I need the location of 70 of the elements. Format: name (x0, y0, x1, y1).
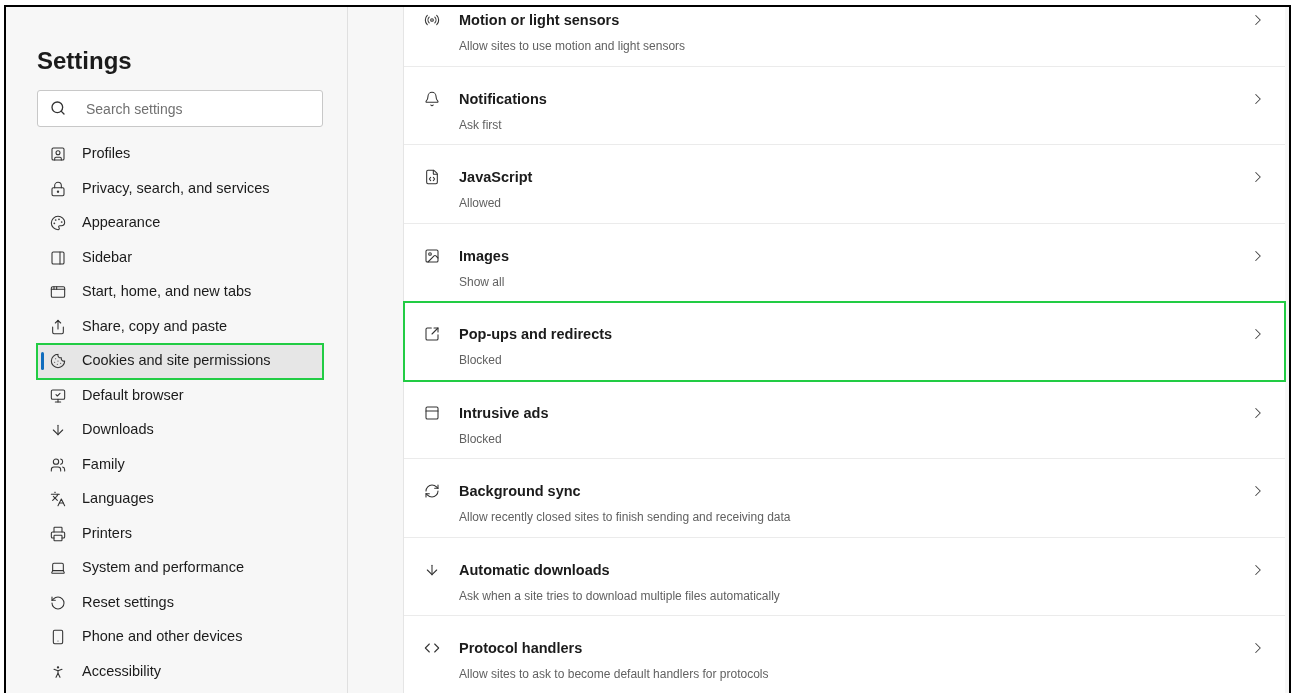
sync-icon (424, 483, 440, 499)
search-field[interactable]: Search settings (37, 90, 323, 127)
window-icon (50, 284, 66, 301)
cookie-icon (50, 353, 66, 370)
permission-status: Allow recently closed sites to finish sending and receiving data (459, 509, 792, 525)
lock-icon (50, 180, 66, 197)
permission-title: Pop-ups and redirects (459, 325, 614, 344)
permission-row[interactable]: Notifications Ask first (404, 66, 1285, 145)
permission-status: Ask first (459, 116, 503, 133)
sidebar-item[interactable]: Accessibility (37, 654, 323, 689)
permission-row[interactable]: Intrusive ads Blocked (404, 380, 1285, 459)
permission-status: Allowed (459, 195, 503, 211)
reset-icon (50, 594, 66, 611)
laptop-icon (50, 560, 66, 577)
sidebar-item[interactable]: Start, home, and new tabs (37, 275, 323, 310)
permission-status: Ask when a site tries to download multiple files automatically (459, 587, 781, 604)
sidebar-item[interactable]: Privacy, search, and services (37, 171, 323, 206)
sidebar-item[interactable]: Downloads (37, 413, 323, 448)
sidebar-item[interactable]: Default browser (37, 378, 323, 413)
sidebar-item[interactable]: Sidebar (37, 240, 323, 275)
code-icon (424, 640, 440, 656)
sidebar-item[interactable]: Family (37, 447, 323, 482)
external-link-icon (424, 326, 440, 342)
search-icon (50, 100, 66, 116)
permission-row[interactable]: Motion or light sensors Allow sites to use motion and light sensors (404, 7, 1285, 67)
printer-icon (50, 525, 66, 542)
accessibility-icon (50, 663, 66, 680)
permission-row[interactable]: Protocol handlers Allow sites to ask to become default handlers for protocols (404, 616, 1285, 693)
palette-icon (50, 215, 66, 232)
permission-title: Automatic downloads (459, 560, 611, 580)
sidebar-item[interactable]: Phone and other devices (37, 620, 323, 655)
panel-icon (50, 249, 66, 266)
bell-icon (424, 90, 440, 107)
permission-title: Images (459, 246, 510, 266)
sidebar-item[interactable]: Printers (37, 516, 323, 551)
sidebar-item[interactable]: Reset settings (37, 585, 323, 620)
settings-title: Settings (37, 46, 133, 76)
permission-status: Show all (459, 273, 506, 290)
permission-row[interactable]: Images Show all (404, 223, 1285, 302)
permission-row[interactable]: Background sync Allow recently closed sites to finish sending and receiving data (404, 459, 1285, 538)
permission-title: Notifications (459, 89, 548, 109)
permission-row[interactable]: Pop-ups and redirects Blocked (404, 302, 1285, 381)
permission-title: Protocol handlers (459, 639, 584, 658)
people-icon (50, 456, 66, 473)
permission-status: Allow sites to ask to become default handlers for protocols (459, 666, 770, 682)
permission-row[interactable]: Automatic downloads Ask when a site tries to download multiple files automatically (404, 537, 1285, 616)
phone-icon (50, 629, 66, 646)
code-file-icon (424, 169, 440, 185)
sidebar-item[interactable]: Appearance (37, 206, 323, 241)
selection-indicator (41, 352, 44, 370)
sidebar-item[interactable]: Profiles (37, 137, 323, 172)
image-icon (424, 247, 440, 264)
permission-title: Motion or light sensors (459, 11, 621, 30)
permission-status: Blocked (459, 352, 503, 368)
permission-title: JavaScript (459, 168, 534, 187)
sidebar-item[interactable]: System and performance (37, 551, 323, 586)
permission-status: Allow sites to use motion and light sensors (459, 38, 687, 54)
permission-row[interactable]: JavaScript Allowed (404, 145, 1285, 224)
share-icon (50, 318, 66, 335)
sidebar-item[interactable]: Cookies and site permissions (37, 344, 323, 379)
browser-check-icon (50, 387, 66, 404)
sensor-icon (424, 12, 440, 28)
profile-icon (50, 146, 66, 163)
languages-icon (50, 491, 66, 508)
sidebar-item[interactable]: Share, copy and paste (37, 309, 323, 344)
permission-status: Blocked (459, 430, 503, 447)
permission-title: Intrusive ads (459, 403, 550, 423)
sidebar-item[interactable]: Languages (37, 482, 323, 517)
permission-title: Background sync (459, 482, 582, 501)
window-icon (424, 404, 440, 421)
